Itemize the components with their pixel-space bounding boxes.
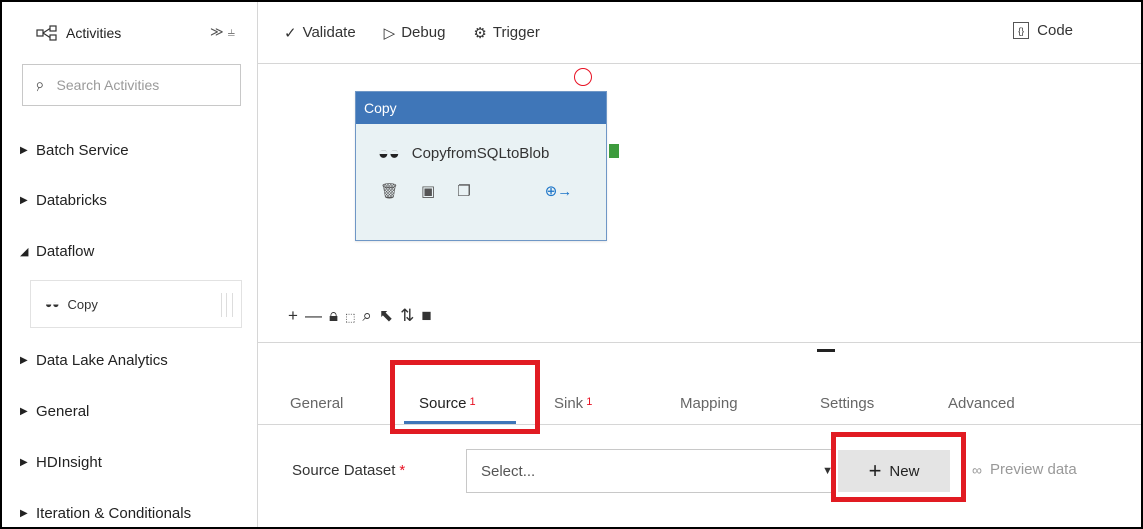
category-batch-service[interactable]: ▶ Batch Service bbox=[20, 135, 129, 165]
pipeline-toolbar: ✓ Validate ▷ Debug ⚙ Trigger {} Code bbox=[258, 2, 1141, 64]
new-button-highlight bbox=[831, 432, 966, 502]
tab-settings[interactable]: Settings bbox=[820, 383, 874, 423]
preview-icon: ∞ bbox=[972, 461, 982, 478]
code-icon: {} bbox=[1013, 22, 1030, 39]
expand-arrow-icon: ▶ bbox=[20, 507, 28, 519]
debug-icon: ▷ bbox=[383, 24, 396, 42]
activity-type-header: Copy bbox=[356, 92, 606, 124]
collapse-icon[interactable]: ≫ bbox=[210, 24, 228, 39]
copy-activity-node[interactable]: Copy ◒◒ CopyfromSQLtoBlob 🗑︎ ▣ ❐ ⊕→ bbox=[355, 91, 607, 241]
tab-sink[interactable]: Sink 1 bbox=[554, 383, 592, 423]
error-indicator-icon bbox=[574, 68, 592, 86]
sidebar-header: Activities ≫⫨ bbox=[2, 2, 257, 64]
trigger-icon: ⚙ bbox=[473, 24, 487, 42]
check-icon: ✓ bbox=[284, 24, 297, 42]
auto-align-icon[interactable]: ⇅ bbox=[400, 306, 421, 325]
zoom-out-icon[interactable]: — bbox=[305, 306, 329, 325]
lock-icon[interactable]: 🔒︎ bbox=[329, 306, 345, 325]
search-placeholder: Search Activities bbox=[56, 77, 160, 93]
tab-general[interactable]: General bbox=[290, 383, 343, 423]
expand-arrow-icon: ▶ bbox=[20, 194, 28, 206]
category-data-lake-analytics[interactable]: ▶ Data Lake Analytics bbox=[20, 345, 168, 375]
category-iteration-conditionals[interactable]: ▶ Iteration & Conditionals bbox=[20, 498, 191, 527]
search-icon: ⌕ bbox=[31, 73, 48, 96]
source-dataset-label: Source Dataset * bbox=[292, 462, 406, 479]
expand-arrow-icon: ▶ bbox=[20, 405, 28, 417]
pipeline-icon bbox=[36, 25, 57, 41]
clone-icon[interactable]: ❐ bbox=[457, 182, 470, 200]
trigger-button[interactable]: ⚙ Trigger bbox=[473, 24, 539, 42]
preview-data-button[interactable]: ∞ Preview data bbox=[972, 461, 1077, 478]
add-output-icon[interactable]: ⊕→ bbox=[545, 182, 573, 200]
tab-mapping[interactable]: Mapping bbox=[680, 383, 738, 423]
tab-advanced[interactable]: Advanced bbox=[948, 383, 1015, 423]
success-connector-handle[interactable] bbox=[609, 144, 619, 158]
app-frame: Activities ≫⫨ ⌕ Search Activities ▶ Batc… bbox=[0, 0, 1143, 529]
source-dataset-select[interactable]: Select... ▼ bbox=[466, 449, 836, 493]
collapse-arrow-icon: ◢ bbox=[20, 245, 29, 258]
error-count-badge: 1 bbox=[586, 396, 593, 408]
debug-button[interactable]: ▷ Debug bbox=[384, 24, 446, 42]
validate-button[interactable]: ✓ Validate bbox=[284, 24, 356, 42]
panel-resize-handle[interactable] bbox=[817, 349, 835, 352]
layout-icon[interactable]: ■ bbox=[421, 306, 438, 325]
code-button[interactable]: {} Code bbox=[1013, 22, 1073, 39]
category-databricks[interactable]: ▶ Databricks bbox=[20, 185, 107, 215]
activity-name: CopyfromSQLtoBlob bbox=[411, 144, 550, 162]
category-general[interactable]: ▶ General bbox=[20, 396, 89, 426]
drag-grip[interactable] bbox=[221, 293, 233, 317]
zoom-100-icon[interactable]: ⬚ bbox=[345, 312, 362, 324]
expand-arrow-icon: ▶ bbox=[20, 144, 28, 156]
fit-to-screen-icon[interactable]: ⌕ bbox=[362, 306, 379, 325]
canvas-zoom-toolbar: +—🔒︎⬚⌕⬉⇅■ bbox=[288, 306, 439, 326]
zoom-in-icon[interactable]: + bbox=[288, 306, 305, 325]
activity-actions: 🗑︎ ▣ ❐ ⊕→ bbox=[356, 182, 606, 200]
delete-icon[interactable]: 🗑︎ bbox=[380, 182, 399, 200]
activities-sidebar: Activities ≫⫨ ⌕ Search Activities ▶ Batc… bbox=[2, 2, 258, 527]
source-tab-highlight bbox=[390, 360, 540, 434]
copy-activity-icon: ◒◒ bbox=[45, 297, 60, 311]
activity-item-copy[interactable]: ◒◒ Copy bbox=[30, 280, 242, 328]
pin-icon[interactable]: ⫨ bbox=[228, 24, 239, 39]
code-small-icon[interactable]: ▣ bbox=[421, 182, 435, 200]
search-activities-input[interactable]: ⌕ Search Activities bbox=[22, 64, 241, 106]
category-hdinsight[interactable]: ▶ HDInsight bbox=[20, 447, 102, 477]
category-dataflow[interactable]: ◢ Dataflow bbox=[20, 236, 94, 266]
pipeline-canvas[interactable]: Copy ◒◒ CopyfromSQLtoBlob 🗑︎ ▣ ❐ ⊕→ +—🔒︎… bbox=[258, 64, 1141, 342]
select-icon[interactable]: ⬉ bbox=[379, 306, 400, 325]
expand-arrow-icon: ▶ bbox=[20, 456, 28, 468]
required-marker: * bbox=[399, 462, 406, 479]
sidebar-title: Activities bbox=[66, 25, 122, 41]
expand-arrow-icon: ▶ bbox=[20, 354, 28, 366]
copy-activity-icon: ◒◒ bbox=[378, 142, 400, 163]
